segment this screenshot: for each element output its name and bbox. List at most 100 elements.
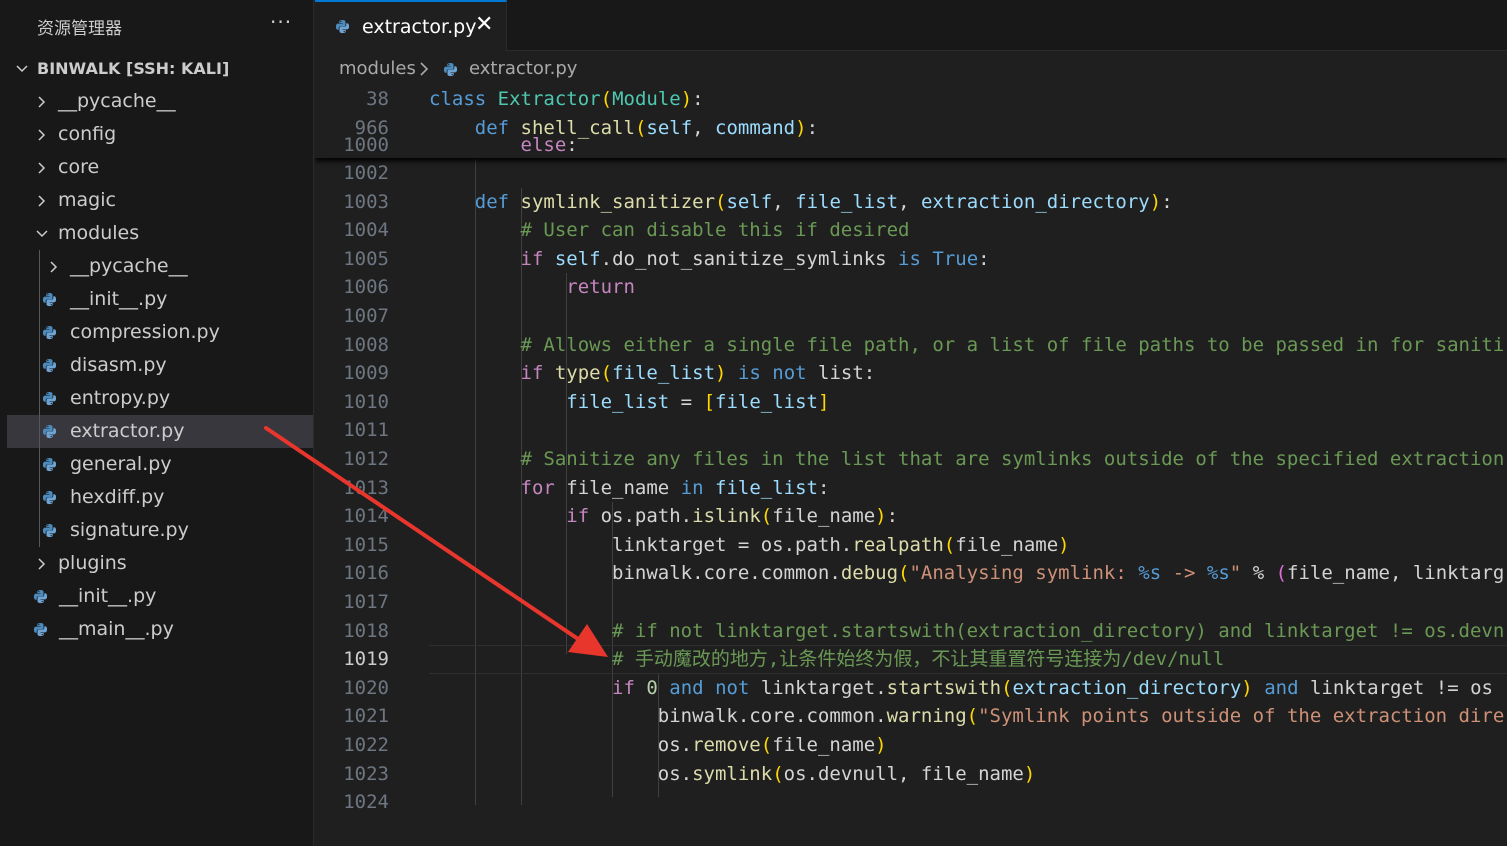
code-line[interactable]: 1004 # User can disable this if desired xyxy=(315,216,1507,244)
code-text: os.symlink(os.devnull, file_name) xyxy=(429,762,1036,785)
breadcrumb-file[interactable]: extractor.py xyxy=(469,58,577,79)
explorer-title: 资源管理器 xyxy=(37,19,122,39)
tab-label: extractor.py xyxy=(362,16,477,38)
code-line[interactable]: 1007 xyxy=(315,302,1507,330)
python-file-icon xyxy=(443,62,458,77)
line-number: 1020 xyxy=(343,676,389,699)
code-line[interactable]: 1009 if type(file_list) is not list: xyxy=(315,359,1507,387)
tree-item-label: __init__.py xyxy=(70,288,168,310)
python-file-icon xyxy=(42,523,57,538)
line-number: 1018 xyxy=(343,619,389,642)
line-number: 1012 xyxy=(343,448,389,470)
line-number: 1006 xyxy=(343,276,389,299)
tree-item-label: signature.py xyxy=(70,519,189,541)
code-line[interactable]: 1013 for file_name in file_list: xyxy=(315,474,1507,502)
code-line[interactable]: 1023 os.symlink(os.devnull, file_name) xyxy=(315,760,1507,788)
python-file-icon xyxy=(42,325,57,340)
explorer-root-folder[interactable]: BINWALK [SSH: KALI] xyxy=(7,52,313,85)
code-text: binwalk.core.common.warning("Symlink poi… xyxy=(429,705,1505,728)
sticky-line[interactable]: 1000 else: xyxy=(315,131,1507,158)
line-number: 1021 xyxy=(343,705,389,728)
tree-folder[interactable]: plugins xyxy=(7,547,313,580)
tree-file[interactable]: __main__.py xyxy=(7,613,313,646)
code-text: if 0 and not linktarget.startswith(extra… xyxy=(612,676,1493,699)
python-file-icon xyxy=(33,589,48,604)
tree-item-label: modules xyxy=(58,222,140,244)
code-line[interactable]: 1021 binwalk.core.common.warning("Symlin… xyxy=(315,702,1507,730)
code-line[interactable]: 1003 def symlink_sanitizer(self, file_li… xyxy=(315,188,1507,216)
sticky-line[interactable]: 38 class Extractor(Module): xyxy=(315,85,1507,113)
code-editor[interactable]: 38 class Extractor(Module): 966 def shell_… xyxy=(315,85,1507,846)
tree-item-label: disasm.py xyxy=(70,354,167,376)
line-number: 1008 xyxy=(343,333,389,356)
tree-folder[interactable]: __pycache__ xyxy=(7,85,313,118)
tab-extractor-py[interactable]: extractor.py ✕ xyxy=(315,0,507,51)
tree-item-label: __pycache__ xyxy=(70,255,188,277)
tree-folder[interactable]: config xyxy=(7,118,313,151)
code-line[interactable]: 1005 if self.do_not_sanitize_symlinks is… xyxy=(315,245,1507,273)
tree-folder[interactable]: modules xyxy=(7,217,313,250)
code-text: return xyxy=(566,276,635,299)
code-line[interactable]: 1018 # if not linktarget.startswith(extr… xyxy=(315,617,1507,645)
code-line[interactable]: 1022 os.remove(file_name) xyxy=(315,731,1507,759)
tab-bar: extractor.py ✕ xyxy=(315,0,1507,51)
explorer-sidebar: 资源管理器 ··· BINWALK [SSH: KALI] __pycache__… xyxy=(0,0,314,846)
code-line[interactable]: 1014 if os.path.islink(file_name): xyxy=(315,502,1507,530)
code-text: # Sanitize any files in the list that ar… xyxy=(520,448,1505,470)
tree-file[interactable]: disasm.py xyxy=(7,349,313,382)
tree-item-label: __main__.py xyxy=(59,618,174,640)
code-text: file_list = [file_list] xyxy=(566,390,830,413)
chevron-right-icon xyxy=(35,547,51,580)
python-file-icon xyxy=(42,358,57,373)
tree-file[interactable]: __init__.py xyxy=(7,580,313,613)
code-line[interactable]: 1020 if 0 and not linktarget.startswith(… xyxy=(315,674,1507,702)
line-number: 1017 xyxy=(343,591,389,613)
chevron-right-icon xyxy=(35,118,51,151)
code-line[interactable]: 1011 xyxy=(315,416,1507,444)
code-line[interactable]: 1024 xyxy=(315,788,1507,816)
close-tab-icon[interactable]: ✕ xyxy=(475,13,493,37)
code-text: if type(file_list) is not list: xyxy=(520,362,876,385)
code-line[interactable]: 1017 xyxy=(315,588,1507,616)
line-number: 1002 xyxy=(343,162,389,184)
tree-item-label: extractor.py xyxy=(70,420,185,442)
line-number: 1019 xyxy=(343,648,389,671)
tree-file[interactable]: extractor.py xyxy=(7,415,313,448)
line-number: 1016 xyxy=(343,562,389,585)
line-number: 1011 xyxy=(343,419,389,442)
tree-item-label: core xyxy=(58,156,100,178)
code-line[interactable]: 1012 # Sanitize any files in the list th… xyxy=(315,445,1507,473)
tree-file[interactable]: hexdiff.py xyxy=(7,481,313,514)
tree-folder[interactable]: magic xyxy=(7,184,313,217)
code-line[interactable]: 1019 # 手动魔改的地方,让条件始终为假，不让其重置符号连接为/dev/nu… xyxy=(315,645,1507,675)
chevron-right-icon xyxy=(35,151,51,184)
tree-file[interactable]: compression.py xyxy=(7,316,313,349)
code-text: def symlink_sanitizer(self, file_list, e… xyxy=(474,190,1173,213)
code-line[interactable]: 1015 linktarget = os.path.realpath(file_… xyxy=(315,531,1507,559)
code-line[interactable]: 1010 file_list = [file_list] xyxy=(315,388,1507,416)
tree-folder[interactable]: __pycache__ xyxy=(7,250,313,283)
breadcrumb-folder[interactable]: modules xyxy=(339,58,416,79)
root-folder-label: BINWALK [SSH: KALI] xyxy=(37,59,230,78)
tree-file[interactable]: signature.py xyxy=(7,514,313,547)
chevron-right-icon xyxy=(47,250,63,283)
code-text: # Allows either a single file path, or a… xyxy=(520,333,1505,356)
tree-item-label: compression.py xyxy=(70,321,220,343)
line-number: 1010 xyxy=(343,390,389,413)
code-line[interactable]: 1002 xyxy=(315,159,1507,187)
chevron-down-icon xyxy=(15,52,31,85)
code-line[interactable]: 1016 binwalk.core.common.debug("Analysin… xyxy=(315,559,1507,587)
python-file-icon xyxy=(42,391,57,406)
sticky-scroll-header[interactable]: 38 class Extractor(Module): 966 def shell_… xyxy=(315,85,1507,158)
tree-item-label: plugins xyxy=(58,552,127,574)
python-file-icon xyxy=(335,19,350,34)
explorer-more-actions-button[interactable]: ··· xyxy=(270,10,292,34)
tree-file[interactable]: entropy.py xyxy=(7,382,313,415)
code-text: # if not linktarget.startswith(extractio… xyxy=(612,619,1505,642)
tree-folder[interactable]: core xyxy=(7,151,313,184)
tree-file[interactable]: __init__.py xyxy=(7,283,313,316)
code-line[interactable]: 1008 # Allows either a single file path,… xyxy=(315,331,1507,359)
code-line[interactable]: 1006 return xyxy=(315,273,1507,301)
tree-file[interactable]: general.py xyxy=(7,448,313,481)
line-number: 1015 xyxy=(343,533,389,556)
